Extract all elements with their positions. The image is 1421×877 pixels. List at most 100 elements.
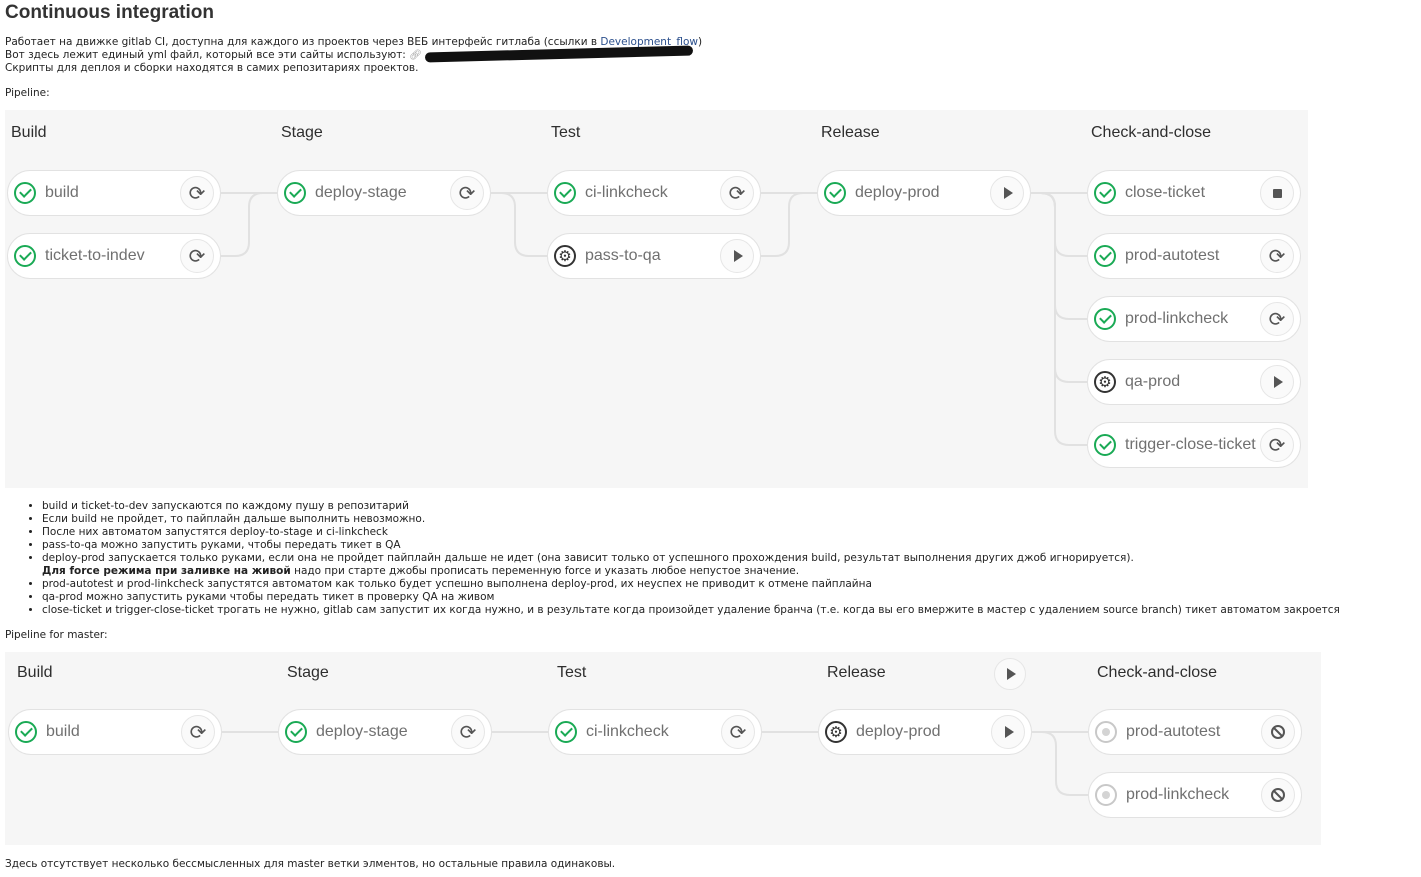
job-prod-autotest[interactable]: prod-autotest <box>1088 709 1302 755</box>
job-qa-prod[interactable]: qa-prod <box>1087 359 1301 405</box>
stage-title: Stage <box>287 664 329 681</box>
status-success-icon <box>554 182 576 204</box>
stage-play-button[interactable] <box>994 658 1026 690</box>
job-name: deploy-prod <box>856 723 941 740</box>
note-text: deploy-prod запускается только руками, е… <box>42 552 1134 564</box>
stage-title: Check-and-close <box>1097 664 1218 681</box>
job-trigger-close-ticket[interactable]: trigger-close-ticket ⟳ <box>1087 422 1301 468</box>
intro-text-1: Работает на движке gitlab CI, доступна д… <box>5 36 601 48</box>
job-connector <box>761 192 804 257</box>
retry-icon: ⟳ <box>729 720 747 744</box>
job-connector <box>221 192 264 257</box>
job-name: close-ticket <box>1125 184 1206 201</box>
list-item: pass-to-qa можно запустить руками, чтобы… <box>42 539 1340 552</box>
job-deploy-stage[interactable]: deploy-stage ⟳ <box>277 170 491 216</box>
retry-icon: ⟳ <box>1268 307 1286 331</box>
job-name: ci-linkcheck <box>586 723 669 740</box>
status-skipped-icon <box>1095 721 1117 743</box>
retry-icon: ⟳ <box>188 181 206 205</box>
play-icon <box>1004 187 1013 199</box>
cancel-button[interactable] <box>1261 715 1295 749</box>
list-item: Если build не пройдет, то пайплайн дальш… <box>42 513 1340 526</box>
retry-button[interactable]: ⟳ <box>1260 428 1294 462</box>
retry-button[interactable]: ⟳ <box>721 715 755 749</box>
job-name: trigger-close-ticket <box>1125 436 1256 453</box>
notes-list: build и ticket-to-dev запускаются по каж… <box>22 500 1340 617</box>
status-success-icon <box>1094 434 1116 456</box>
page-title: Continuous integration <box>5 2 214 23</box>
job-connector <box>500 192 547 257</box>
stage-title: Test <box>557 664 587 681</box>
job-ticket-to-indev[interactable]: ticket-to-indev ⟳ <box>7 233 221 279</box>
stage-title: Test <box>551 124 581 141</box>
retry-button[interactable]: ⟳ <box>180 176 214 210</box>
job-deploy-stage[interactable]: deploy-stage ⟳ <box>278 709 492 755</box>
job-name: prod-linkcheck <box>1126 786 1230 803</box>
note-bold: Для force режима при заливке на живой <box>42 565 291 577</box>
job-name: prod-autotest <box>1125 247 1220 264</box>
job-name: build <box>46 723 80 740</box>
retry-icon: ⟳ <box>189 720 207 744</box>
stage-title: Build <box>17 664 53 681</box>
play-icon <box>1274 376 1283 388</box>
job-ci-linkcheck[interactable]: ci-linkcheck ⟳ <box>547 170 761 216</box>
footer-note: Здесь отсутствует несколько бессмысленны… <box>5 858 616 870</box>
list-item: close-ticket и trigger-close-ticket трог… <box>42 604 1340 617</box>
job-name: ticket-to-indev <box>45 247 145 264</box>
job-name: deploy-stage <box>315 184 407 201</box>
retry-icon: ⟳ <box>188 244 206 268</box>
job-prod-linkcheck[interactable]: prod-linkcheck ⟳ <box>1087 296 1301 342</box>
job-name: deploy-stage <box>316 723 408 740</box>
play-icon <box>1007 668 1016 680</box>
retry-button[interactable]: ⟳ <box>1260 239 1294 273</box>
cancel-button[interactable] <box>1261 778 1295 812</box>
job-name: prod-autotest <box>1126 723 1221 740</box>
job-ci-linkcheck[interactable]: ci-linkcheck ⟳ <box>548 709 762 755</box>
play-button[interactable] <box>720 239 754 273</box>
intro-text-2: Вот здесь лежит единый yml файл, который… <box>5 49 410 61</box>
play-button[interactable] <box>991 715 1025 749</box>
retry-button[interactable]: ⟳ <box>451 715 485 749</box>
play-button[interactable] <box>1260 365 1294 399</box>
job-name: qa-prod <box>1125 373 1181 390</box>
stop-icon <box>1272 188 1282 198</box>
stop-button[interactable] <box>1260 176 1294 210</box>
list-item: qa-prod можно запустить руками чтобы пер… <box>42 591 1340 604</box>
play-icon <box>734 250 743 262</box>
status-success-icon <box>824 182 846 204</box>
job-prod-linkcheck[interactable]: prod-linkcheck <box>1088 772 1302 818</box>
pipeline-graph: Build build ⟳ ticket-to-indev ⟳ Stage deploy-s… <box>5 110 1308 488</box>
status-success-icon <box>285 721 307 743</box>
list-item: prod-autotest и prod-linkcheck запустятс… <box>42 578 1340 591</box>
status-manual-icon <box>825 721 847 743</box>
play-button[interactable] <box>990 176 1024 210</box>
status-success-icon <box>14 245 36 267</box>
play-icon <box>1005 726 1014 738</box>
job-close-ticket[interactable]: close-ticket <box>1087 170 1301 216</box>
retry-button[interactable]: ⟳ <box>181 715 215 749</box>
job-deploy-prod[interactable]: deploy-prod <box>817 170 1031 216</box>
job-build[interactable]: build ⟳ <box>7 170 221 216</box>
job-deploy-prod[interactable]: deploy-prod <box>818 709 1032 755</box>
job-name: prod-linkcheck <box>1125 310 1229 327</box>
retry-button[interactable]: ⟳ <box>180 239 214 273</box>
job-prod-autotest[interactable]: prod-autotest ⟳ <box>1087 233 1301 279</box>
list-item: build и ticket-to-dev запускаются по каж… <box>42 500 1340 513</box>
job-pass-to-qa[interactable]: pass-to-qa <box>547 233 761 279</box>
status-success-icon <box>1094 308 1116 330</box>
retry-button[interactable]: ⟳ <box>450 176 484 210</box>
job-build[interactable]: build ⟳ <box>8 709 222 755</box>
status-manual-icon <box>1094 371 1116 393</box>
status-success-icon <box>1094 245 1116 267</box>
status-success-icon <box>555 721 577 743</box>
intro-line-3: Скрипты для деплоя и сборки находятся в … <box>5 62 419 74</box>
retry-button[interactable]: ⟳ <box>720 176 754 210</box>
intro-line-2: Вот здесь лежит единый yml файл, который… <box>5 45 694 63</box>
retry-button[interactable]: ⟳ <box>1260 302 1294 336</box>
note-rest: надо при старте джобы прописать переменн… <box>290 565 800 577</box>
retry-icon: ⟳ <box>1268 244 1286 268</box>
intro-text-1-end: ) <box>697 36 703 48</box>
job-connector <box>1040 192 1087 383</box>
redacted-url <box>425 45 694 63</box>
job-name: build <box>45 184 79 201</box>
